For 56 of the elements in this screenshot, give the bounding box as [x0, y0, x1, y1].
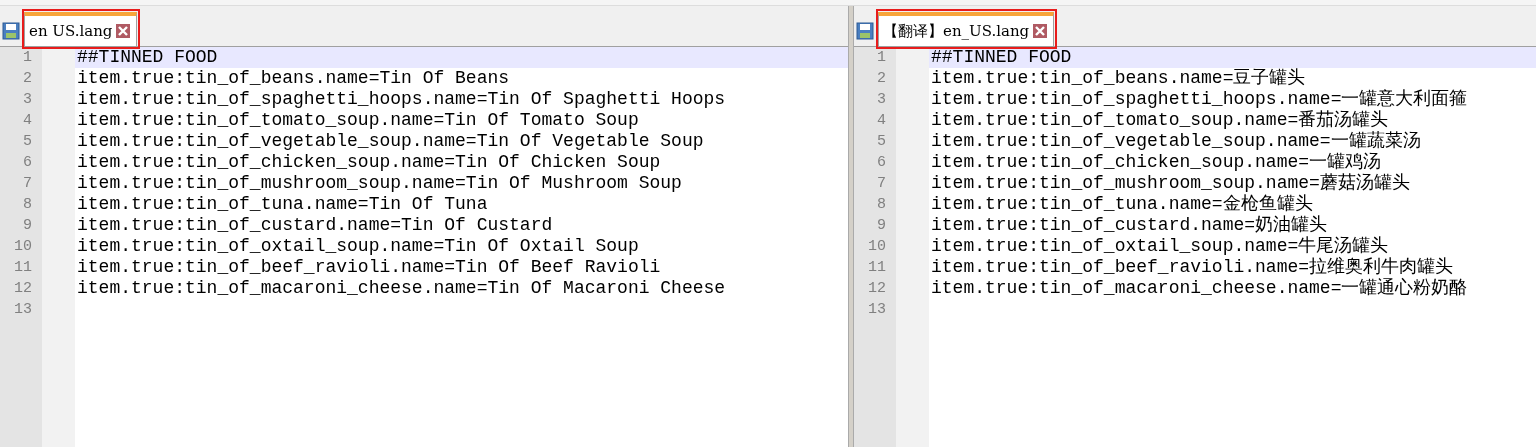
line-number: 12 — [868, 280, 886, 297]
code-line: item.true:tin_of_vegetable_soup.name=一罐蔬菜汤 — [931, 131, 1421, 151]
code-line: item.true:tin_of_mushroom_soup.name=Tin Of Mushroom Soup — [77, 173, 682, 193]
line-number: 1 — [877, 49, 886, 66]
code-line: ##TINNED FOOD — [931, 47, 1072, 67]
code-line: item.true:tin_of_mushroom_soup.name=蘑菇汤罐头 — [931, 173, 1410, 193]
code-line: item.true:tin_of_beans.name=Tin Of Beans — [77, 68, 510, 88]
file-tab[interactable]: en US.lang — [24, 12, 138, 46]
code-line: item.true:tin_of_custard.name=奶油罐头 — [931, 215, 1328, 235]
line-number: 9 — [23, 217, 32, 234]
code-line: ##TINNED FOOD — [77, 47, 218, 67]
line-number: 6 — [877, 154, 886, 171]
code-line: item.true:tin_of_spaghetti_hoops.name=一罐意大利面箍 — [931, 89, 1468, 109]
code-line: item.true:tin_of_oxtail_soup.name=牛尾汤罐头 — [931, 236, 1389, 256]
line-number: 10 — [14, 238, 32, 255]
code-line: item.true:tin_of_beans.name=豆子罐头 — [931, 68, 1306, 88]
line-number: 5 — [23, 133, 32, 150]
line-number: 3 — [23, 91, 32, 108]
line-number: 9 — [877, 217, 886, 234]
code-line: item.true:tin_of_vegetable_soup.name=Tin Of Vegetable Soup — [77, 131, 704, 151]
line-number: 4 — [23, 112, 32, 129]
line-number: 5 — [877, 133, 886, 150]
code-line: item.true:tin_of_tuna.name=金枪鱼罐头 — [931, 194, 1313, 214]
close-icon[interactable] — [116, 24, 131, 38]
line-number: 1 — [23, 49, 32, 66]
code-line: item.true:tin_of_chicken_soup.name=一罐鸡汤 — [931, 152, 1382, 172]
line-number: 7 — [877, 175, 886, 192]
code-line: item.true:tin_of_macaroni_cheese.name=一罐通心粉奶酪 — [931, 278, 1468, 298]
save-icon[interactable] — [856, 22, 874, 40]
line-number: 13 — [868, 301, 886, 318]
line-number: 4 — [877, 112, 886, 129]
code-line: item.true:tin_of_spaghetti_hoops.name=Tin Of Spaghetti Hoops — [77, 89, 726, 109]
line-number: 7 — [23, 175, 32, 192]
line-number: 8 — [23, 196, 32, 213]
line-number: 11 — [14, 259, 32, 276]
line-number: 10 — [868, 238, 886, 255]
save-icon[interactable] — [2, 22, 20, 40]
code-line: item.true:tin_of_beef_ravioli.name=拉维奥利牛肉罐头 — [931, 257, 1454, 277]
code-line: item.true:tin_of_beef_ravioli.name=Tin Of Beef Ravioli — [77, 257, 661, 277]
line-number: 2 — [877, 70, 886, 87]
code-line: item.true:tin_of_tomato_soup.name=Tin Of Tomato Soup — [77, 110, 639, 130]
line-number: 12 — [14, 280, 32, 297]
line-number: 11 — [868, 259, 886, 276]
code-line: item.true:tin_of_tomato_soup.name=番茄汤罐头 — [931, 110, 1389, 130]
line-number: 2 — [23, 70, 32, 87]
line-number: 6 — [23, 154, 32, 171]
code-line: item.true:tin_of_custard.name=Tin Of Custard — [77, 215, 553, 235]
line-number: 3 — [877, 91, 886, 108]
close-icon[interactable] — [1033, 24, 1048, 38]
code-line: item.true:tin_of_macaroni_cheese.name=Tin Of Macaroni Cheese — [77, 278, 726, 298]
code-line: item.true:tin_of_chicken_soup.name=Tin Of Chicken Soup — [77, 152, 661, 172]
file-tab[interactable]: 【翻译】en_US.lang — [878, 12, 1055, 46]
code-line: item.true:tin_of_oxtail_soup.name=Tin Of Oxtail Soup — [77, 236, 639, 256]
line-number: 8 — [877, 196, 886, 213]
line-number: 13 — [14, 301, 32, 318]
code-line: item.true:tin_of_tuna.name=Tin Of Tuna — [77, 194, 488, 214]
